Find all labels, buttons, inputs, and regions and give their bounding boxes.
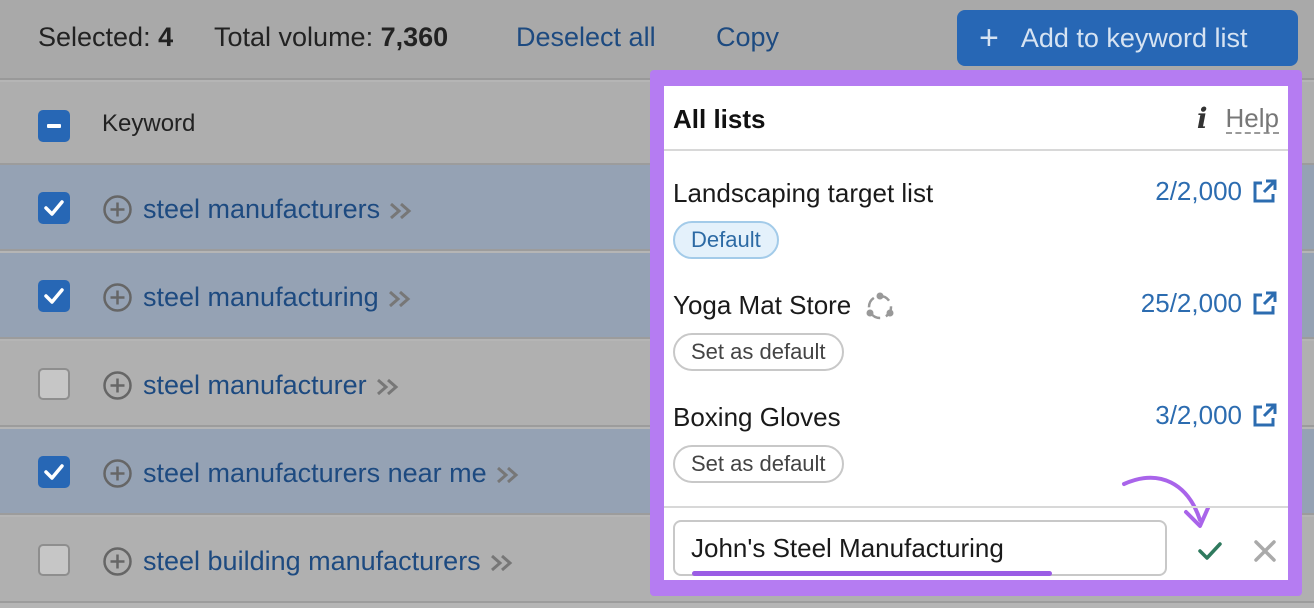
help-label: Help: [1225, 102, 1279, 134]
checkmark-icon: [44, 200, 64, 216]
add-to-keyword-list-button[interactable]: + Add to keyword list: [957, 10, 1298, 66]
chevron-double-right-icon: [490, 554, 512, 572]
new-list-name-input[interactable]: [673, 520, 1167, 576]
selection-toolbar: Selected: 4 Total volume: 7,360 Deselect…: [0, 0, 1314, 80]
selected-label: Selected:: [38, 22, 151, 52]
keyword-text: steel manufacturing: [143, 282, 379, 312]
checkmark-icon: [44, 288, 64, 304]
keyword-link[interactable]: steel manufacturer: [143, 370, 401, 401]
add-keyword-plus-icon[interactable]: [102, 194, 133, 225]
add-keyword-plus-icon[interactable]: [102, 370, 133, 401]
list-count-link[interactable]: 25/2,000: [1141, 288, 1278, 319]
row-checkbox[interactable]: [38, 368, 70, 400]
popup-title: All lists: [673, 104, 766, 134]
row-checkbox[interactable]: [38, 456, 70, 488]
popup-header: All lists i Help: [664, 86, 1288, 151]
keyword-text: steel manufacturers: [143, 194, 381, 224]
close-icon[interactable]: [1252, 538, 1278, 564]
total-volume: Total volume: 7,360: [214, 22, 448, 53]
add-keyword-plus-icon[interactable]: [102, 546, 133, 577]
keyword-lists-popup: All lists i Help Landscaping target list…: [664, 86, 1288, 580]
selected-value: 4: [158, 22, 174, 52]
list-count: 2/2,000: [1155, 176, 1242, 206]
copy-link[interactable]: Copy: [716, 22, 779, 53]
chevron-double-right-icon: [388, 290, 410, 308]
deselect-all-link[interactable]: Deselect all: [516, 22, 656, 53]
list-count-link[interactable]: 3/2,000: [1155, 400, 1278, 431]
chevron-double-right-icon: [496, 466, 518, 484]
row-checkbox[interactable]: [38, 544, 70, 576]
volume-value: 7,360: [380, 22, 449, 52]
external-link-icon: [1253, 291, 1277, 314]
keyword-link[interactable]: steel building manufacturers: [143, 546, 515, 577]
chevron-double-right-icon: [390, 202, 412, 220]
list-name[interactable]: Yoga Mat Store: [673, 290, 897, 323]
row-checkbox[interactable]: [38, 192, 70, 224]
list-name-text: Yoga Mat Store: [673, 290, 852, 320]
keyword-link[interactable]: steel manufacturers near me: [143, 458, 521, 489]
help-link[interactable]: i Help: [1197, 102, 1279, 135]
add-keyword-plus-icon[interactable]: [102, 458, 133, 489]
select-all-checkbox[interactable]: [38, 110, 70, 142]
confirm-check-icon[interactable]: [1196, 538, 1224, 564]
list-count: 3/2,000: [1155, 400, 1242, 430]
add-button-label: Add to keyword list: [1020, 22, 1248, 53]
checkmark-icon: [44, 464, 64, 480]
set-as-default-button[interactable]: Set as default: [673, 445, 844, 483]
row-checkbox[interactable]: [38, 280, 70, 312]
list-name[interactable]: Landscaping target list: [673, 178, 933, 209]
new-list-row: [664, 506, 1288, 580]
add-keyword-plus-icon[interactable]: [102, 282, 133, 313]
keyword-text: steel manufacturer: [143, 370, 367, 400]
keyword-link[interactable]: steel manufacturers: [143, 194, 414, 225]
annotation-underline: [692, 571, 1052, 576]
keyword-text: steel manufacturers near me: [143, 458, 487, 488]
list-count: 25/2,000: [1140, 288, 1242, 318]
chevron-double-right-icon: [376, 378, 398, 396]
external-link-icon: [1253, 403, 1277, 426]
volume-label: Total volume:: [214, 22, 374, 52]
keyword-column-header: Keyword: [102, 110, 196, 137]
keyword-link[interactable]: steel manufacturing: [143, 282, 413, 313]
default-badge: Default: [673, 221, 779, 259]
list-name[interactable]: Boxing Gloves: [673, 402, 841, 433]
external-link-icon: [1253, 179, 1277, 202]
minus-icon: [47, 124, 61, 128]
set-as-default-button[interactable]: Set as default: [673, 333, 844, 371]
shared-icon: [866, 292, 894, 320]
keyword-text: steel building manufacturers: [143, 546, 481, 576]
selected-count: Selected: 4: [38, 22, 173, 53]
list-count-link[interactable]: 2/2,000: [1155, 176, 1278, 207]
info-icon: i: [1196, 102, 1208, 135]
plus-icon: +: [979, 19, 999, 57]
